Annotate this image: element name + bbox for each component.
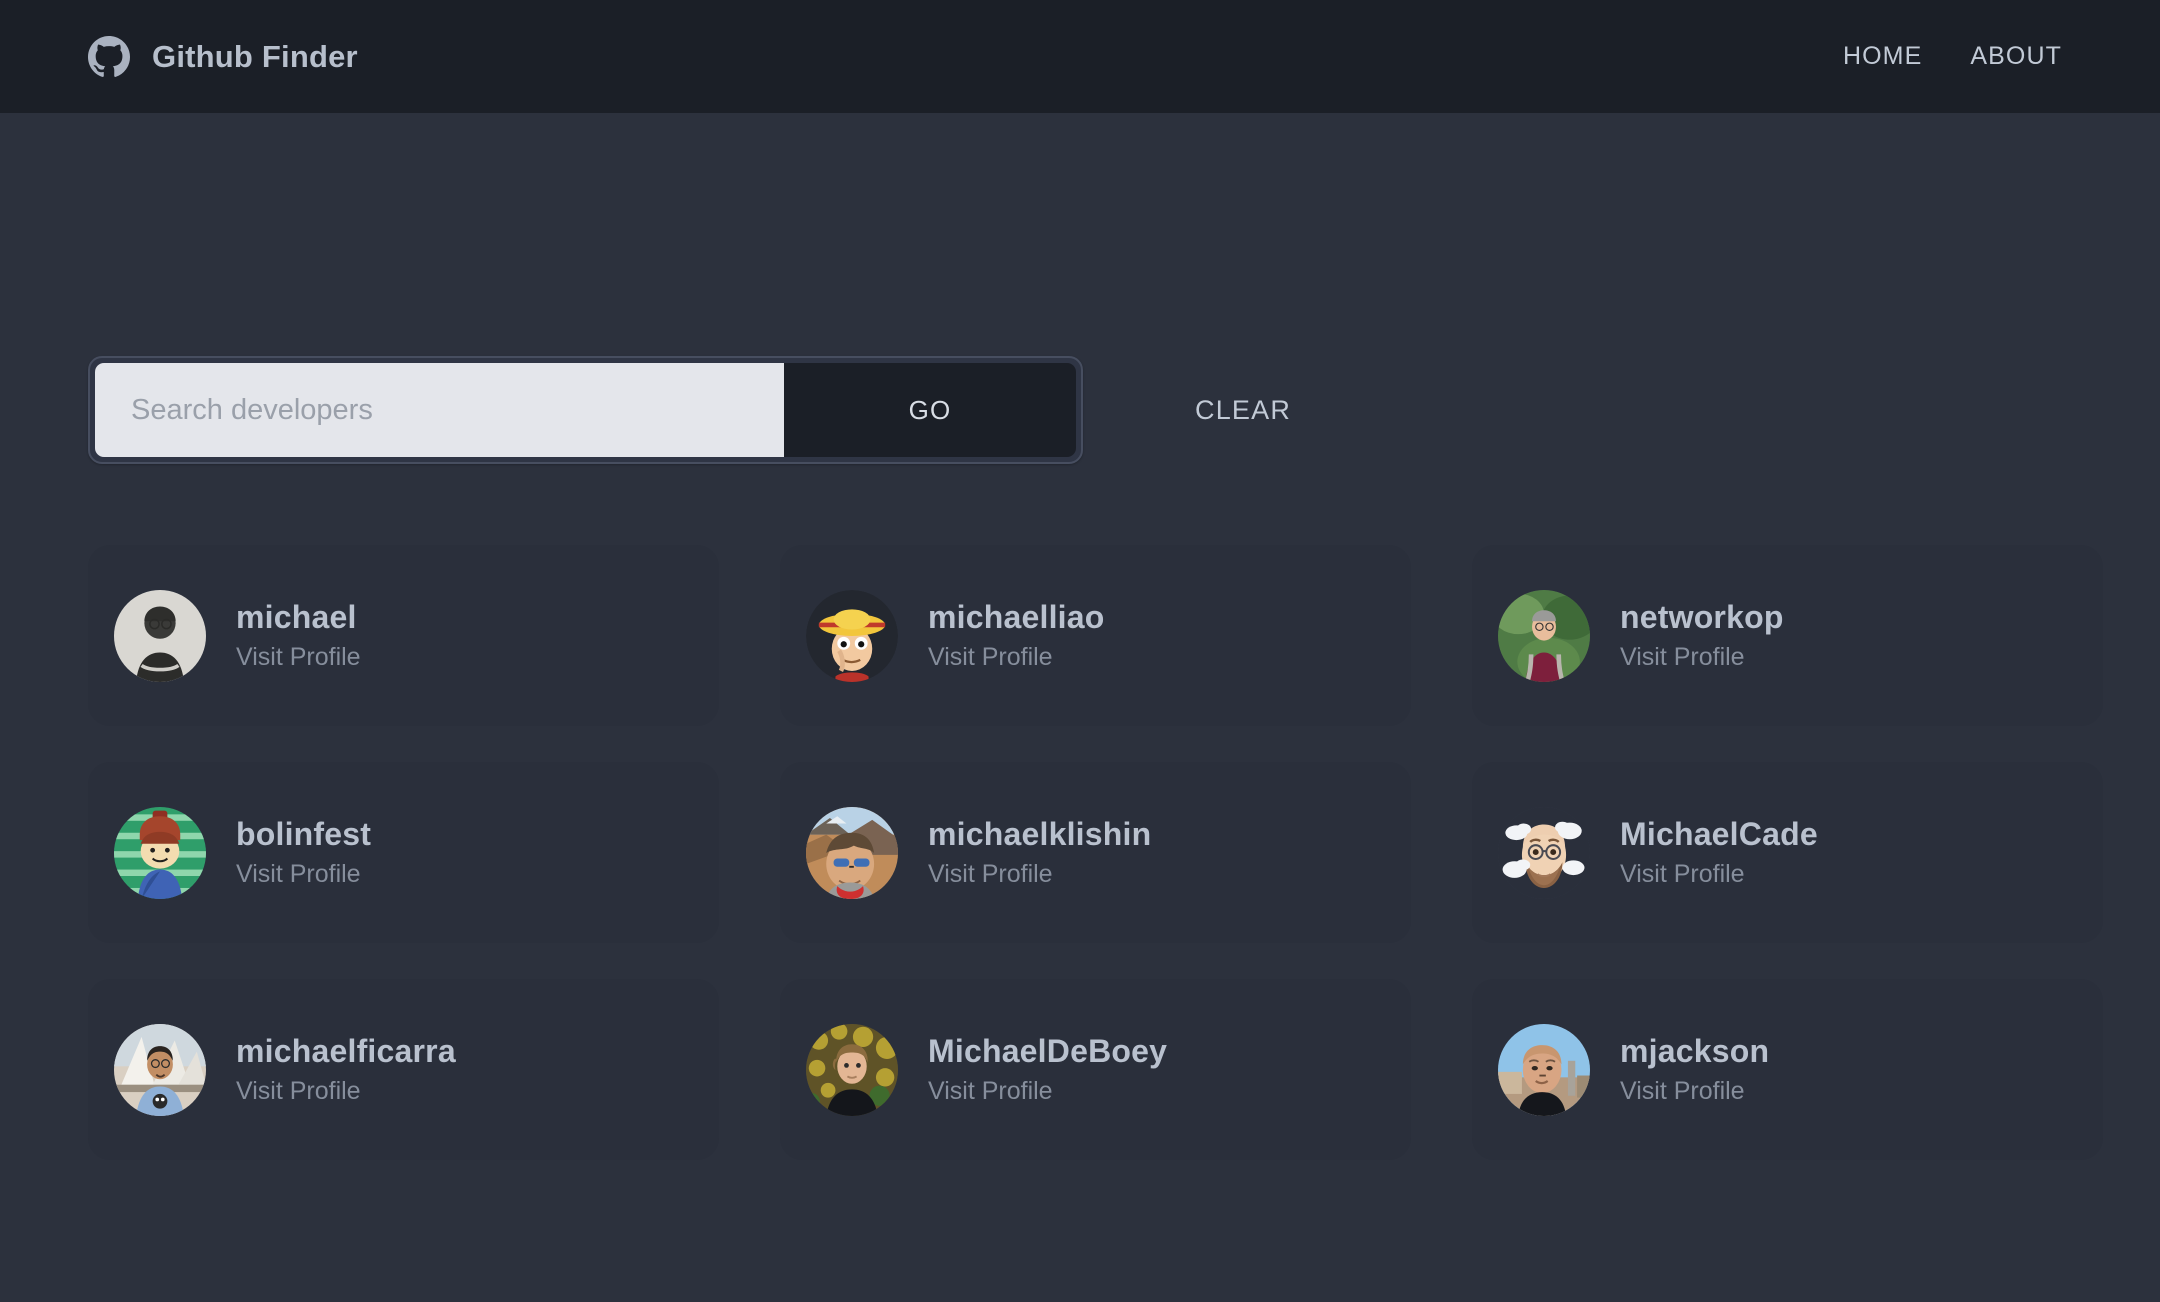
user-text: mjackson Visit Profile	[1620, 1033, 1769, 1106]
user-text: michaelficarra Visit Profile	[236, 1033, 456, 1106]
user-text: MichaelDeBoey Visit Profile	[928, 1033, 1167, 1106]
nav-link-about[interactable]: ABOUT	[1970, 42, 2062, 71]
avatar-bolinfest	[114, 807, 206, 899]
brand-title: Github Finder	[152, 39, 358, 75]
user-name: MichaelCade	[1620, 816, 1818, 853]
user-name: mjackson	[1620, 1033, 1769, 1070]
visit-profile-link[interactable]: Visit Profile	[236, 859, 371, 889]
user-grid: michael Visit Profile	[88, 545, 2072, 1160]
avatar-michaelliao	[806, 590, 898, 682]
user-card[interactable]: michaelficarra Visit Profile	[88, 979, 719, 1160]
user-card[interactable]: michaelliao Visit Profile	[780, 545, 1411, 726]
user-name: MichaelDeBoey	[928, 1033, 1167, 1070]
nav-links: HOME ABOUT	[1843, 42, 2072, 71]
user-card[interactable]: michaelklishin Visit Profile	[780, 762, 1411, 943]
avatar-michaelklishin	[806, 807, 898, 899]
avatar-michael	[114, 590, 206, 682]
user-name: michaelliao	[928, 599, 1105, 636]
github-mark-icon	[88, 36, 130, 78]
visit-profile-link[interactable]: Visit Profile	[236, 1076, 456, 1106]
brand[interactable]: Github Finder	[88, 36, 358, 78]
user-text: michael Visit Profile	[236, 599, 361, 672]
visit-profile-link[interactable]: Visit Profile	[928, 642, 1105, 672]
user-card[interactable]: bolinfest Visit Profile	[88, 762, 719, 943]
visit-profile-link[interactable]: Visit Profile	[236, 642, 361, 672]
user-name: michaelklishin	[928, 816, 1151, 853]
user-name: bolinfest	[236, 816, 371, 853]
user-text: michaelklishin Visit Profile	[928, 816, 1151, 889]
top-navbar: Github Finder HOME ABOUT	[0, 0, 2160, 113]
user-card[interactable]: networkop Visit Profile	[1472, 545, 2103, 726]
search-form: GO	[88, 356, 1083, 464]
avatar-mjackson	[1498, 1024, 1590, 1116]
user-text: michaelliao Visit Profile	[928, 599, 1105, 672]
user-text: networkop Visit Profile	[1620, 599, 1784, 672]
nav-link-home[interactable]: HOME	[1843, 42, 1922, 71]
avatar-michaelcade	[1498, 807, 1590, 899]
search-row: GO CLEAR	[88, 113, 2072, 464]
user-card[interactable]: MichaelDeBoey Visit Profile	[780, 979, 1411, 1160]
user-text: bolinfest Visit Profile	[236, 816, 371, 889]
user-card[interactable]: michael Visit Profile	[88, 545, 719, 726]
clear-button[interactable]: CLEAR	[1191, 385, 1295, 436]
avatar-michaeldeboey	[806, 1024, 898, 1116]
visit-profile-link[interactable]: Visit Profile	[1620, 859, 1818, 889]
avatar-michaelficarra	[114, 1024, 206, 1116]
visit-profile-link[interactable]: Visit Profile	[928, 1076, 1167, 1106]
visit-profile-link[interactable]: Visit Profile	[1620, 642, 1784, 672]
user-text: MichaelCade Visit Profile	[1620, 816, 1818, 889]
visit-profile-link[interactable]: Visit Profile	[928, 859, 1151, 889]
user-card[interactable]: MichaelCade Visit Profile	[1472, 762, 2103, 943]
user-name: michael	[236, 599, 361, 636]
visit-profile-link[interactable]: Visit Profile	[1620, 1076, 1769, 1106]
main-content: GO CLEAR michael Visit Profile	[0, 113, 2160, 1160]
go-button[interactable]: GO	[784, 363, 1076, 457]
search-input[interactable]	[95, 363, 784, 457]
user-name: michaelficarra	[236, 1033, 456, 1070]
user-name: networkop	[1620, 599, 1784, 636]
avatar-networkop	[1498, 590, 1590, 682]
user-card[interactable]: mjackson Visit Profile	[1472, 979, 2103, 1160]
